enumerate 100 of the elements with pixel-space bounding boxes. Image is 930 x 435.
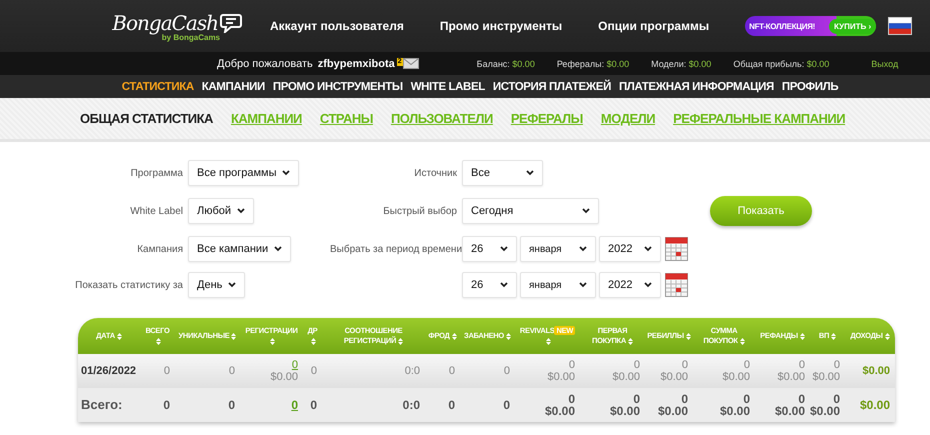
dropdown[interactable]: Сегодня bbox=[462, 198, 599, 224]
count-value: 0 bbox=[832, 359, 840, 371]
dropdown[interactable]: Все кампании bbox=[188, 236, 292, 262]
amount-text: $0.00 bbox=[659, 371, 688, 383]
nav-tab[interactable]: ПЛАТЕЖНАЯ ИНФОРМАЦИЯ bbox=[618, 80, 774, 92]
count-value: 0 bbox=[309, 399, 317, 411]
nav-tab[interactable]: КАМПАНИИ bbox=[202, 80, 265, 92]
count-value: 0 bbox=[632, 359, 640, 371]
amount-text: $0.00 bbox=[269, 371, 298, 383]
amount-text: $0.00 bbox=[611, 371, 640, 383]
count-value: 0 bbox=[447, 399, 455, 411]
nav-tab[interactable]: ИСТОРИЯ ПЛАТЕЖЕЙ bbox=[492, 80, 611, 92]
count-value: 0 bbox=[228, 365, 235, 377]
amount-text: $0.00 bbox=[721, 371, 750, 383]
calendar-icon[interactable] bbox=[665, 237, 688, 261]
count-value: 0 bbox=[310, 365, 317, 377]
field-label: Показать статистику за bbox=[74, 280, 184, 290]
count-value: 0 bbox=[680, 393, 688, 405]
nav-tab[interactable]: СТАТИСТИКА bbox=[122, 80, 194, 92]
count-value: 0 bbox=[568, 359, 575, 371]
sort-icon bbox=[270, 338, 275, 345]
subtab[interactable]: ОБЩАЯ СТАТИСТИКА bbox=[80, 111, 213, 126]
day-dropdown[interactable]: 26 bbox=[462, 236, 517, 262]
greeting-text: Добро пожаловать bbox=[217, 58, 313, 70]
sort-icon bbox=[884, 332, 890, 340]
year-dropdown[interactable]: 2022 bbox=[599, 236, 661, 262]
count-value: 0 bbox=[680, 359, 688, 371]
username: zfbypemxibota bbox=[318, 58, 395, 70]
field-label: White Label bbox=[129, 206, 184, 216]
logo-subtitle: by BongaCams bbox=[162, 32, 220, 42]
dropdown[interactable]: День bbox=[188, 272, 246, 298]
count-value: 0 bbox=[502, 365, 510, 377]
sort-icon bbox=[311, 338, 316, 345]
caret-icon bbox=[282, 170, 290, 176]
amount-text: $0.00 bbox=[718, 405, 750, 417]
count-value: 0 bbox=[567, 393, 575, 405]
count-value: 0 bbox=[797, 393, 805, 405]
balance-stat: Модели: $0.00 bbox=[651, 58, 712, 68]
balance-stat: Рефералы: $0.00 bbox=[556, 58, 630, 68]
amount-text: $0.00 bbox=[546, 371, 575, 383]
count-value: 0 bbox=[632, 393, 640, 405]
sort-icon bbox=[628, 338, 633, 345]
balance-stat: Баланс: $0.00 bbox=[476, 58, 535, 68]
field-label: Программа bbox=[130, 168, 184, 178]
sort-icon bbox=[116, 332, 122, 340]
count-value: 0 bbox=[502, 399, 510, 411]
menu-link[interactable]: Промо инструменты bbox=[440, 19, 562, 33]
dropdown[interactable]: Любой bbox=[188, 198, 254, 224]
field-label: Источник bbox=[413, 168, 458, 178]
count-value: 0 bbox=[162, 399, 170, 411]
russia-flag-icon[interactable] bbox=[888, 17, 912, 35]
amount-text: $0.00 bbox=[544, 405, 575, 417]
caret-icon bbox=[526, 170, 534, 176]
sort-icon bbox=[546, 338, 551, 345]
caret-icon bbox=[579, 246, 587, 252]
dropdown[interactable]: Все программы bbox=[188, 160, 300, 186]
count-value: 0:0 bbox=[402, 399, 420, 411]
count-value: 0 bbox=[798, 359, 805, 371]
sort-icon bbox=[686, 332, 691, 340]
month-dropdown[interactable]: января bbox=[520, 236, 596, 262]
menu-link[interactable]: Аккаунт пользователя bbox=[270, 19, 404, 33]
amount-text: $0.00 bbox=[774, 405, 805, 417]
day-dropdown[interactable]: 26 bbox=[462, 272, 517, 298]
promo-banner-button[interactable]: NFT-КОЛЛЕКЦИЯ! КУПИТЬ › bbox=[745, 16, 876, 36]
caret-icon bbox=[579, 282, 587, 288]
caret-icon bbox=[644, 246, 652, 252]
income-value: $0.00 bbox=[858, 399, 890, 411]
menu-link[interactable]: Опции программы bbox=[598, 19, 710, 33]
logo-text[interactable]: BongaCash bbox=[112, 10, 218, 34]
sort-icon bbox=[506, 332, 511, 340]
count-value: 0:0 bbox=[404, 365, 420, 377]
balance-stat: Общая прибыль: $0.00 bbox=[733, 58, 830, 68]
caret-icon bbox=[237, 208, 246, 214]
amount-text: $0.00 bbox=[811, 371, 840, 383]
count-value: 0 bbox=[448, 365, 455, 377]
field-label: Кампания bbox=[136, 244, 184, 254]
calendar-icon[interactable] bbox=[665, 273, 688, 297]
month-dropdown[interactable]: января bbox=[520, 272, 596, 298]
logout-link[interactable]: Выход bbox=[871, 58, 898, 68]
sort-icon bbox=[452, 332, 457, 340]
count-value: 0 bbox=[227, 399, 235, 411]
envelope-icon[interactable] bbox=[402, 58, 419, 69]
count-value: 0 bbox=[742, 359, 750, 371]
caret-icon bbox=[644, 282, 652, 288]
caret-icon bbox=[274, 246, 282, 252]
count-value: 0 bbox=[742, 393, 750, 405]
amount-text: $0.00 bbox=[656, 405, 688, 417]
caret-icon bbox=[582, 208, 590, 214]
nav-tab[interactable]: ПРОФИЛЬ bbox=[782, 80, 838, 92]
nav-tab[interactable]: WHITE LABEL bbox=[410, 80, 485, 92]
field-label: Выбрать за период времени bbox=[330, 244, 462, 254]
field-label: Быстрый выбор bbox=[382, 206, 458, 216]
caret-icon bbox=[228, 282, 236, 288]
nav-tab[interactable]: ПРОМО ИНСТРУМЕНТЫ bbox=[272, 80, 403, 92]
dropdown[interactable]: Все bbox=[462, 160, 543, 186]
income-value: $0.00 bbox=[861, 365, 890, 377]
row-label: Всего: bbox=[81, 399, 124, 411]
caret-icon bbox=[500, 246, 508, 252]
year-dropdown[interactable]: 2022 bbox=[599, 272, 661, 298]
sort-icon bbox=[231, 332, 236, 340]
